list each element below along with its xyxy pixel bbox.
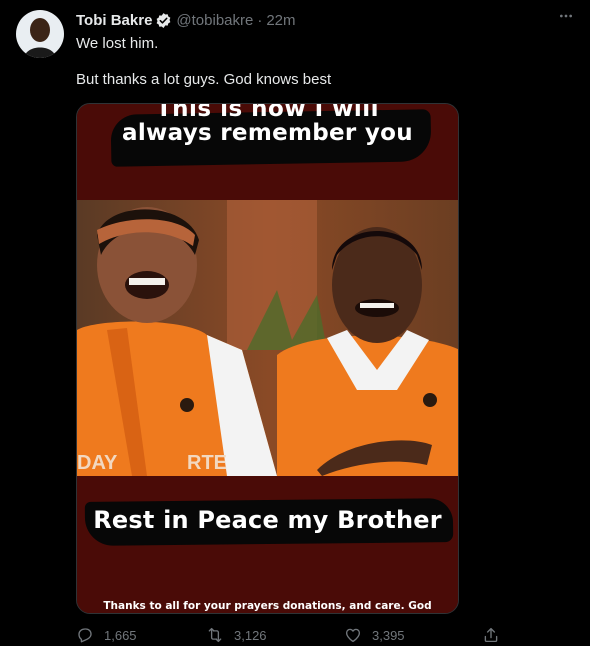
avatar[interactable] <box>16 10 64 58</box>
reply-count: 1,665 <box>104 627 137 643</box>
reply-button[interactable]: 1,665 <box>76 626 137 644</box>
media-caption-bottom: Rest in Peace my Brother <box>93 506 442 534</box>
media-caption-footer: Thanks to all for your prayers donations… <box>103 600 432 612</box>
author-handle[interactable]: @tobibakre <box>176 12 253 29</box>
share-button[interactable] <box>482 626 510 644</box>
separator-dot: · <box>257 11 263 29</box>
more-options-button[interactable] <box>554 8 578 28</box>
like-count: 3,395 <box>372 627 405 643</box>
verified-icon <box>155 12 172 29</box>
retweet-icon <box>206 626 224 644</box>
tweet-text-line-2: But thanks a lot guys. God knows best <box>76 71 332 88</box>
like-button[interactable]: 3,395 <box>344 626 405 644</box>
tweet-header: Tobi Bakre @tobibakre · 22m <box>76 10 296 30</box>
more-icon <box>558 8 574 29</box>
tweet[interactable]: Tobi Bakre @tobibakre · 22m We lost him.… <box>0 0 590 646</box>
media-bottom-banner: Rest in Peace my Brother Thanks to all f… <box>77 476 458 613</box>
media-photo: DAY RTE <box>77 200 458 476</box>
share-icon <box>482 626 500 644</box>
media-top-banner: This is how I will always remember you <box>77 104 458 200</box>
retweet-count: 3,126 <box>234 627 267 643</box>
tweet-timestamp[interactable]: 22m <box>266 12 295 29</box>
author-name[interactable]: Tobi Bakre <box>76 12 152 29</box>
shirt-text-mid: RTE <box>187 452 227 474</box>
like-icon <box>344 626 362 644</box>
reply-icon <box>76 626 94 644</box>
retweet-button[interactable]: 3,126 <box>206 626 267 644</box>
tweet-media-image[interactable]: This is how I will always remember you D… <box>76 103 459 614</box>
shirt-text-left: DAY <box>77 452 118 474</box>
tweet-text-line-1: We lost him. <box>76 35 159 52</box>
tweet-actions: 1,665 3,126 3,395 <box>76 626 506 646</box>
media-caption-top: always remember you <box>122 120 413 146</box>
